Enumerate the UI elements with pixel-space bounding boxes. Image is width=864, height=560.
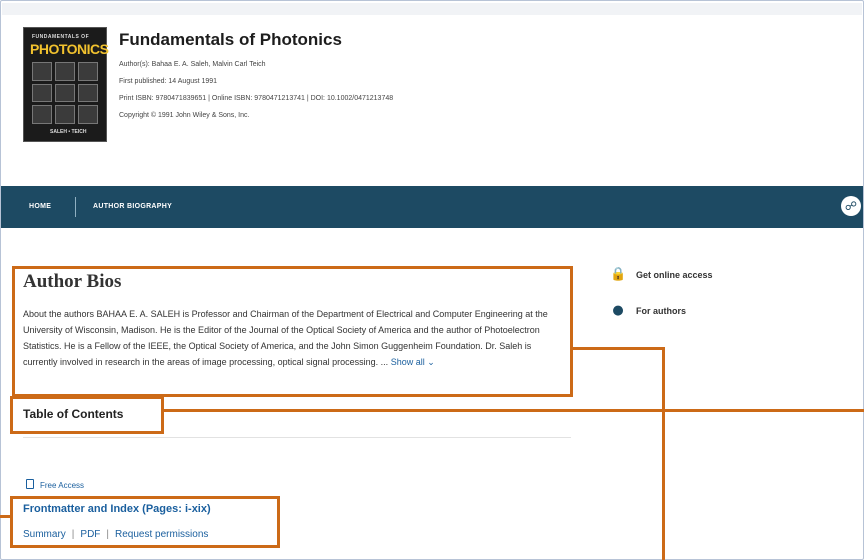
annotation-box-toc — [10, 396, 164, 434]
for-authors-link[interactable]: ● For authors — [610, 303, 686, 318]
book-nav-bar: HOME AUTHOR BIOGRAPHY ☍ — [1, 186, 863, 228]
annotation-connector — [162, 409, 864, 412]
book-authors[interactable]: Author(s): Bahaa E. A. Saleh, Malvin Car… — [119, 61, 266, 68]
book-copyright: Copyright © 1991 John Wiley & Sons, Inc. — [119, 112, 250, 119]
cover-artwork — [32, 62, 98, 124]
book-published: First published: 14 August 1991 — [119, 78, 218, 85]
annotation-connector — [571, 347, 665, 350]
top-strip — [2, 3, 862, 15]
nav-author-biography[interactable]: AUTHOR BIOGRAPHY — [93, 203, 172, 210]
get-online-access-link[interactable]: 🔒 Get online access — [610, 267, 713, 282]
book-isbn: Print ISBN: 9780471839651 | Online ISBN:… — [119, 95, 394, 102]
unlock-icon — [26, 479, 34, 489]
annotation-connector — [0, 515, 10, 518]
cover-bottom-text: SALEH • TEICH — [50, 129, 87, 135]
toc-divider — [23, 437, 571, 438]
annotation-box-frontmatter — [10, 496, 280, 548]
share-icon[interactable]: ☍ — [841, 196, 861, 216]
annotation-connector — [662, 347, 665, 560]
cover-top-text: FUNDAMENTALS OF — [32, 34, 90, 40]
book-title: Fundamentals of Photonics — [119, 30, 342, 49]
nav-divider — [75, 197, 76, 217]
nav-home[interactable]: HOME — [29, 203, 51, 210]
annotation-box-author-bios — [12, 266, 573, 397]
free-access-badge: Free Access — [26, 479, 84, 490]
book-cover-image[interactable]: FUNDAMENTALS OF PHOTONICS SALEH • TEICH — [24, 28, 109, 141]
user-icon: ● — [612, 303, 624, 318]
lock-icon: 🔒 — [610, 267, 627, 282]
cover-title: PHOTONICS — [30, 41, 109, 57]
